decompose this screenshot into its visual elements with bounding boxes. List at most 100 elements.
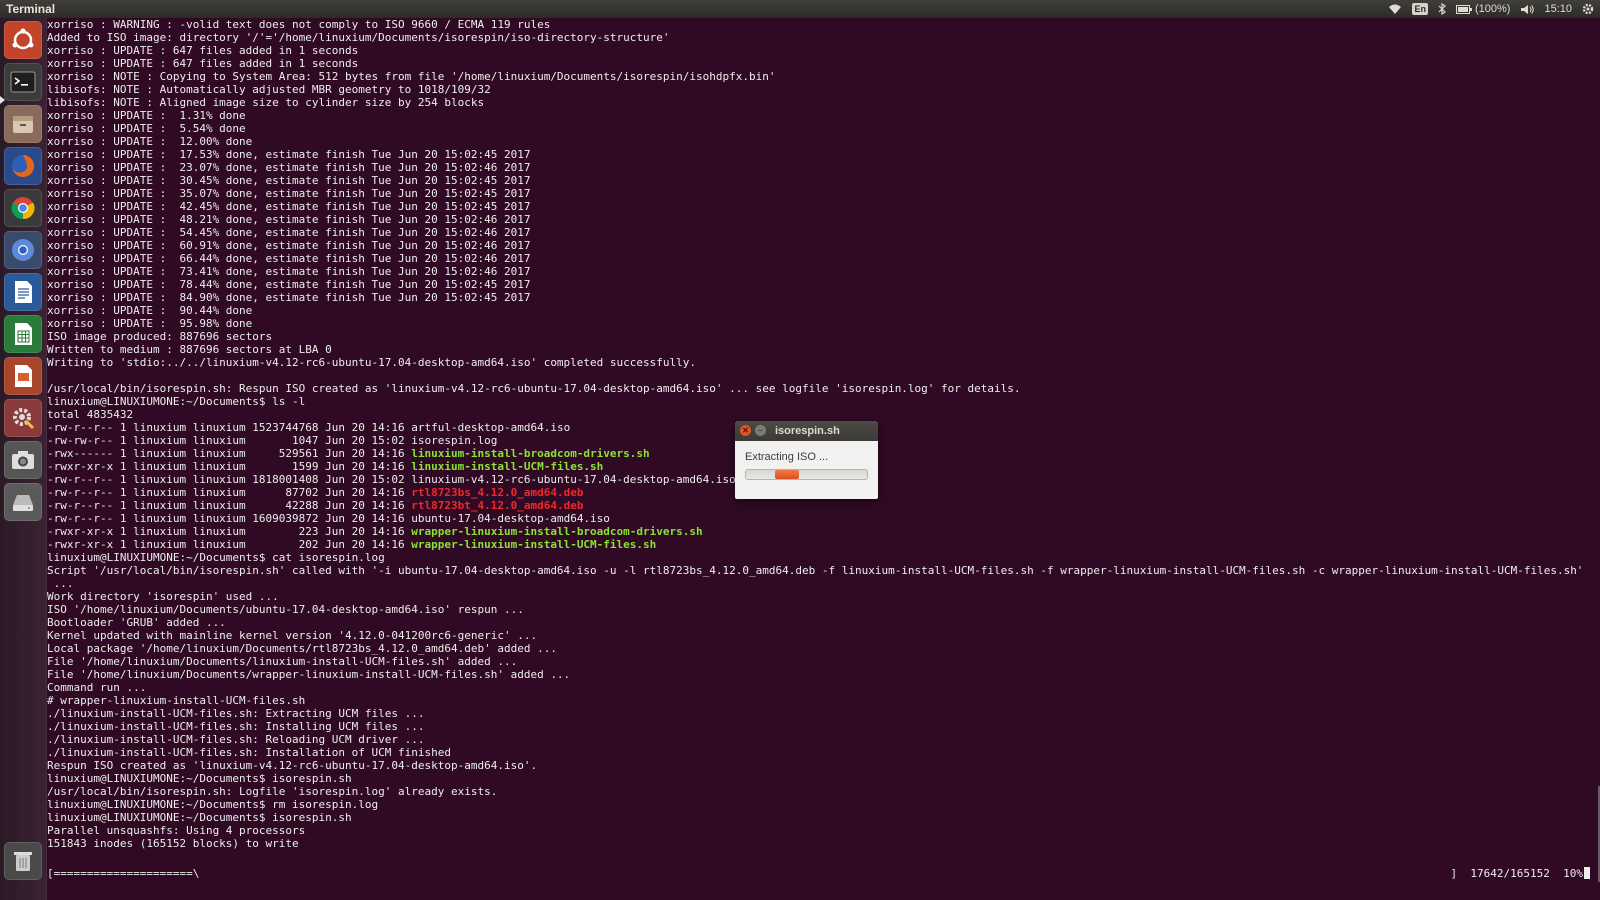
terminal-line: xorriso : UPDATE : 35.07% done, estimate… xyxy=(47,187,1600,200)
terminal-line-text: linuxium@LINUXIUMONE:~/Documents$ rm iso… xyxy=(47,798,379,811)
terminal-line: Writing to 'stdio:../../linuxium-v4.12-r… xyxy=(47,356,1600,369)
terminal-line-text: Script '/usr/local/bin/isorespin.sh' cal… xyxy=(47,564,1584,577)
terminal-line: xorriso : UPDATE : 647 files added in 1 … xyxy=(47,57,1600,70)
trash-icon[interactable] xyxy=(4,842,42,880)
file-name: isorespin.log xyxy=(411,434,498,447)
dialog-title: isorespin.sh xyxy=(775,425,840,437)
terminal-line: ... xyxy=(47,577,1600,590)
terminal-line-text: # wrapper-linuxium-install-UCM-files.sh xyxy=(47,694,306,707)
terminal-line-text: xorriso : UPDATE : 5.54% done xyxy=(47,122,246,135)
terminal-line: -rw-r--r-- 1 linuxium linuxium 42288 Jun… xyxy=(47,499,1600,512)
screenshot-icon[interactable] xyxy=(4,441,42,479)
top-panel: Terminal En (100%) 15:10 xyxy=(0,0,1600,18)
battery-icon xyxy=(1456,4,1472,14)
terminal-line: xorriso : UPDATE : 73.41% done, estimate… xyxy=(47,265,1600,278)
terminal-line-text: linuxium@LINUXIUMONE:~/Documents$ isores… xyxy=(47,811,352,824)
terminal-line: Local package '/home/linuxium/Documents/… xyxy=(47,642,1600,655)
terminal-line-text: Respun ISO created as 'linuxium-v4.12-rc… xyxy=(47,759,538,772)
terminal-icon[interactable] xyxy=(4,63,42,101)
calc-icon[interactable] xyxy=(4,315,42,353)
file-name: artful-desktop-amd64.iso xyxy=(411,421,571,434)
terminal-line-text: Added to ISO image: directory '/'='/home… xyxy=(47,31,670,44)
terminal-line: -rwxr-xr-x 1 linuxium linuxium 223 Jun 2… xyxy=(47,525,1600,538)
progress-counter: ] 17642/165152 10% xyxy=(1451,867,1590,880)
terminal-line-text: xorriso : UPDATE : 90.44% done xyxy=(47,304,253,317)
terminal-line-text: xorriso : UPDATE : 54.45% done, estimate… xyxy=(47,226,531,239)
keyboard-language-indicator[interactable]: En xyxy=(1412,3,1428,15)
terminal-line-text: linuxium@LINUXIUMONE:~/Documents$ isores… xyxy=(47,772,352,785)
impress-icon[interactable] xyxy=(4,357,42,395)
terminal-line: xorriso : UPDATE : 23.07% done, estimate… xyxy=(47,161,1600,174)
chromium-icon[interactable] xyxy=(4,231,42,269)
wifi-icon[interactable] xyxy=(1388,4,1402,15)
terminal-line: xorriso : UPDATE : 12.00% done xyxy=(47,135,1600,148)
gear-icon[interactable] xyxy=(1582,3,1594,15)
terminal-line: -rwxr-xr-x 1 linuxium linuxium 202 Jun 2… xyxy=(47,538,1600,551)
terminal-line: /usr/local/bin/isorespin.sh: Respun ISO … xyxy=(47,382,1600,395)
terminal-line: xorriso : UPDATE : 84.90% done, estimate… xyxy=(47,291,1600,304)
terminal-line-text: xorriso : UPDATE : 647 files added in 1 … xyxy=(47,44,359,57)
terminal-line: Command run ... xyxy=(47,681,1600,694)
system-tray: En (100%) 15:10 xyxy=(1388,3,1594,15)
terminal-line: libisofs: NOTE : Automatically adjusted … xyxy=(47,83,1600,96)
progress-bar xyxy=(745,469,868,480)
terminal-line: xorriso : UPDATE : 17.53% done, estimate… xyxy=(47,148,1600,161)
terminal-line-text: xorriso : WARNING : -volid text does not… xyxy=(47,18,551,31)
terminal-line-text: -rwxr-xr-x 1 linuxium linuxium 1599 Jun … xyxy=(47,460,412,473)
terminal-line-text: 151843 inodes (165152 blocks) to write xyxy=(47,837,299,850)
dialog-titlebar[interactable]: ✕ – isorespin.sh xyxy=(735,421,878,441)
terminal-line-text: Local package '/home/linuxium/Documents/… xyxy=(47,642,557,655)
terminal-line: -rw-r--r-- 1 linuxium linuxium 160903987… xyxy=(47,512,1600,525)
terminal-line-text: xorriso : UPDATE : 95.98% done xyxy=(47,317,253,330)
file-name: wrapper-linuxium-install-UCM-files.sh xyxy=(411,538,657,551)
terminal-line-text: Command run ... xyxy=(47,681,147,694)
progress-bar-text: [=====================\ xyxy=(47,867,200,880)
terminal-line-text: xorriso : UPDATE : 60.91% done, estimate… xyxy=(47,239,531,252)
terminal-line: xorriso : UPDATE : 54.45% done, estimate… xyxy=(47,226,1600,239)
terminal-line: xorriso : UPDATE : 30.45% done, estimate… xyxy=(47,174,1600,187)
system-settings-icon[interactable] xyxy=(4,399,42,437)
terminal-line: ./linuxium-install-UCM-files.sh: Install… xyxy=(47,720,1600,733)
terminal-line-text: -rw-r--r-- 1 linuxium linuxium 42288 Jun… xyxy=(47,499,412,512)
terminal-line-text: xorriso : UPDATE : 73.41% done, estimate… xyxy=(47,265,531,278)
terminal-line: Respun ISO created as 'linuxium-v4.12-rc… xyxy=(47,759,1600,772)
firefox-icon[interactable] xyxy=(4,147,42,185)
unsquashfs-progress-line: [=====================\ ] 17642/165152 10… xyxy=(47,867,1600,880)
file-name: ubuntu-17.04-desktop-amd64.iso xyxy=(411,512,610,525)
file-name: linuxium-v4.12-rc6-ubuntu-17.04-desktop-… xyxy=(411,473,736,486)
close-icon[interactable]: ✕ xyxy=(740,425,751,436)
terminal-line-text: xorriso : UPDATE : 84.90% done, estimate… xyxy=(47,291,531,304)
volume-icon[interactable] xyxy=(1520,4,1535,15)
terminal-line: linuxium@LINUXIUMONE:~/Documents$ isores… xyxy=(47,772,1600,785)
terminal-line: ISO image produced: 887696 sectors xyxy=(47,330,1600,343)
drive-icon[interactable] xyxy=(4,483,42,521)
minimize-icon[interactable]: – xyxy=(755,425,766,436)
terminal-line: xorriso : UPDATE : 42.45% done, estimate… xyxy=(47,200,1600,213)
terminal-line-text: xorriso : UPDATE : 647 files added in 1 … xyxy=(47,57,359,70)
terminal-line-text: -rwxr-xr-x 1 linuxium linuxium 223 Jun 2… xyxy=(47,525,412,538)
terminal-line-text: /usr/local/bin/isorespin.sh: Logfile 'is… xyxy=(47,785,498,798)
terminal-line: Added to ISO image: directory '/'='/home… xyxy=(47,31,1600,44)
terminal-line-text: xorriso : UPDATE : 78.44% done, estimate… xyxy=(47,278,531,291)
terminal-line: Kernel updated with mainline kernel vers… xyxy=(47,629,1600,642)
file-name: rtl8723bs_4.12.0_amd64.deb xyxy=(411,486,584,499)
files-icon[interactable] xyxy=(4,105,42,143)
writer-icon[interactable] xyxy=(4,273,42,311)
terminal-line-text: -rw-rw-r-- 1 linuxium linuxium 1047 Jun … xyxy=(47,434,412,447)
clock[interactable]: 15:10 xyxy=(1544,3,1572,15)
terminal-line-text: linuxium@LINUXIUMONE:~/Documents$ cat is… xyxy=(47,551,385,564)
terminal-line: 151843 inodes (165152 blocks) to write xyxy=(47,837,1600,850)
terminal-line: xorriso : UPDATE : 1.31% done xyxy=(47,109,1600,122)
window-title: Terminal xyxy=(6,2,56,16)
battery-indicator[interactable]: (100%) xyxy=(1456,3,1510,15)
terminal-line: linuxium@LINUXIUMONE:~/Documents$ ls -l xyxy=(47,395,1600,408)
dash-home-icon[interactable] xyxy=(4,21,42,59)
terminal-line: libisofs: NOTE : Aligned image size to c… xyxy=(47,96,1600,109)
terminal-line: ./linuxium-install-UCM-files.sh: Reloadi… xyxy=(47,733,1600,746)
terminal-line-text: -rw-r--r-- 1 linuxium linuxium 87702 Jun… xyxy=(47,486,412,499)
chrome-icon[interactable] xyxy=(4,189,42,227)
terminal-line-text: xorriso : UPDATE : 12.00% done xyxy=(47,135,253,148)
terminal-line: linuxium@LINUXIUMONE:~/Documents$ isores… xyxy=(47,811,1600,824)
bluetooth-icon[interactable] xyxy=(1438,3,1446,15)
terminal-line-text: File '/home/linuxium/Documents/linuxium-… xyxy=(47,655,518,668)
